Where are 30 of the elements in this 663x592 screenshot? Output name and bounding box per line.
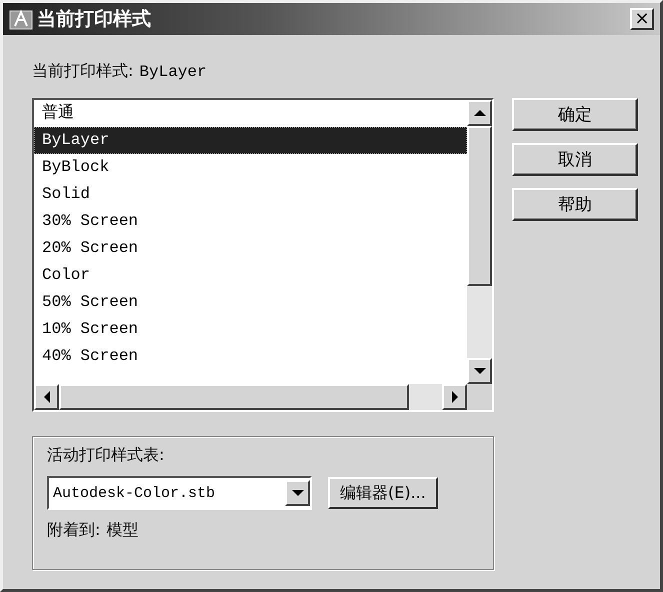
current-style-label: 当前打印样式: <box>32 61 134 82</box>
dropdown-button[interactable] <box>285 480 310 506</box>
active-table-label: 活动打印样式表: <box>47 445 166 466</box>
scroll-up-button[interactable] <box>467 100 492 126</box>
down-arrow-icon <box>474 366 486 376</box>
scroll-thumb[interactable] <box>467 126 492 286</box>
vertical-scrollbar[interactable] <box>467 100 492 384</box>
scroll-left-button[interactable] <box>34 384 59 410</box>
attached-label: 附着到: <box>47 520 100 541</box>
scrollbar-corner <box>467 384 492 410</box>
left-arrow-icon <box>42 391 52 403</box>
scroll-down-button[interactable] <box>467 358 492 384</box>
close-button[interactable]: × <box>630 8 654 30</box>
style-list[interactable]: 普通 ByLayer ByBlock Solid 30% Screen 20% Screen Color 50% Screen 10% Screen 40% Screen <box>32 98 494 412</box>
style-item[interactable]: ByLayer <box>34 127 467 154</box>
dialog-button[interactable]: 取消 <box>512 143 638 176</box>
up-arrow-icon <box>474 108 486 118</box>
dialog-button[interactable]: 确定 <box>512 98 638 131</box>
attached-value: 模型 <box>106 520 138 541</box>
horizontal-scrollbar[interactable] <box>34 384 467 410</box>
style-table-dropdown[interactable]: Autodesk-Color.stb <box>47 476 312 510</box>
down-arrow-icon <box>292 488 304 498</box>
scroll-right-button[interactable] <box>442 384 467 410</box>
current-style-value: ByLayer <box>139 62 207 80</box>
right-arrow-icon <box>450 391 460 403</box>
app-icon <box>9 8 33 30</box>
window-title: 当前打印样式 <box>37 7 152 32</box>
dialog-button[interactable]: 帮助 <box>512 188 638 221</box>
editor-button[interactable]: 编辑器(E)... <box>328 477 438 509</box>
scroll-thumb[interactable] <box>59 384 409 410</box>
